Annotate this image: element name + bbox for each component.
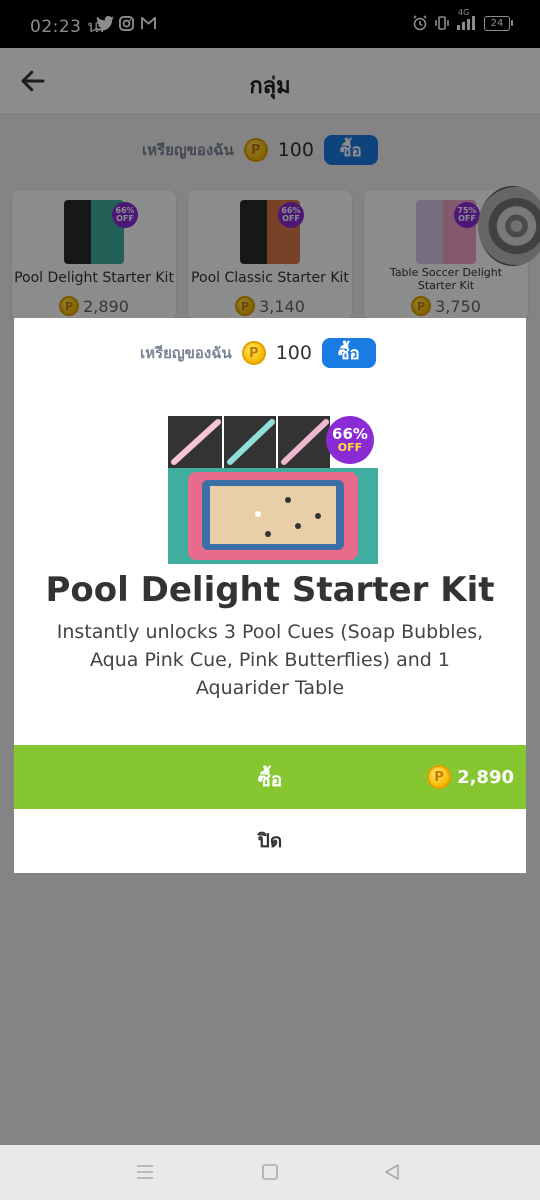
purchase-dialog: เหรียญของฉัน P 100 ซื้อ 66% OFF Pool Del… [14, 318, 526, 873]
dialog-coin-balance: เหรียญของฉัน P 100 ซื้อ [140, 338, 376, 368]
buy-coins-button[interactable]: ซื้อ [321, 338, 376, 368]
dialog-description: Instantly unlocks 3 Pool Cues (Soap Bubb… [56, 621, 484, 699]
coin-icon: P [427, 765, 452, 789]
coin-balance-label: เหรียญของฉัน [140, 344, 232, 362]
discount-badge: 66% OFF [326, 416, 374, 464]
coin-icon: P [241, 341, 266, 365]
menu-icon[interactable] [136, 1161, 154, 1185]
buy-price: P 2,890 [427, 765, 514, 789]
coin-balance-amount: 100 [275, 342, 312, 364]
home-icon[interactable] [262, 1161, 278, 1185]
back-triangle-icon[interactable] [384, 1161, 400, 1185]
buy-price-value: 2,890 [457, 766, 514, 788]
system-nav-bar [0, 1145, 540, 1200]
product-image: 66% OFF [168, 416, 378, 564]
badge-off: OFF [337, 441, 363, 454]
dialog-title: Pool Delight Starter Kit [45, 570, 495, 610]
badge-percent: 66% [332, 425, 368, 443]
buy-button[interactable]: ซื้อ P 2,890 [14, 745, 526, 809]
close-button[interactable]: ปิด [14, 809, 526, 873]
